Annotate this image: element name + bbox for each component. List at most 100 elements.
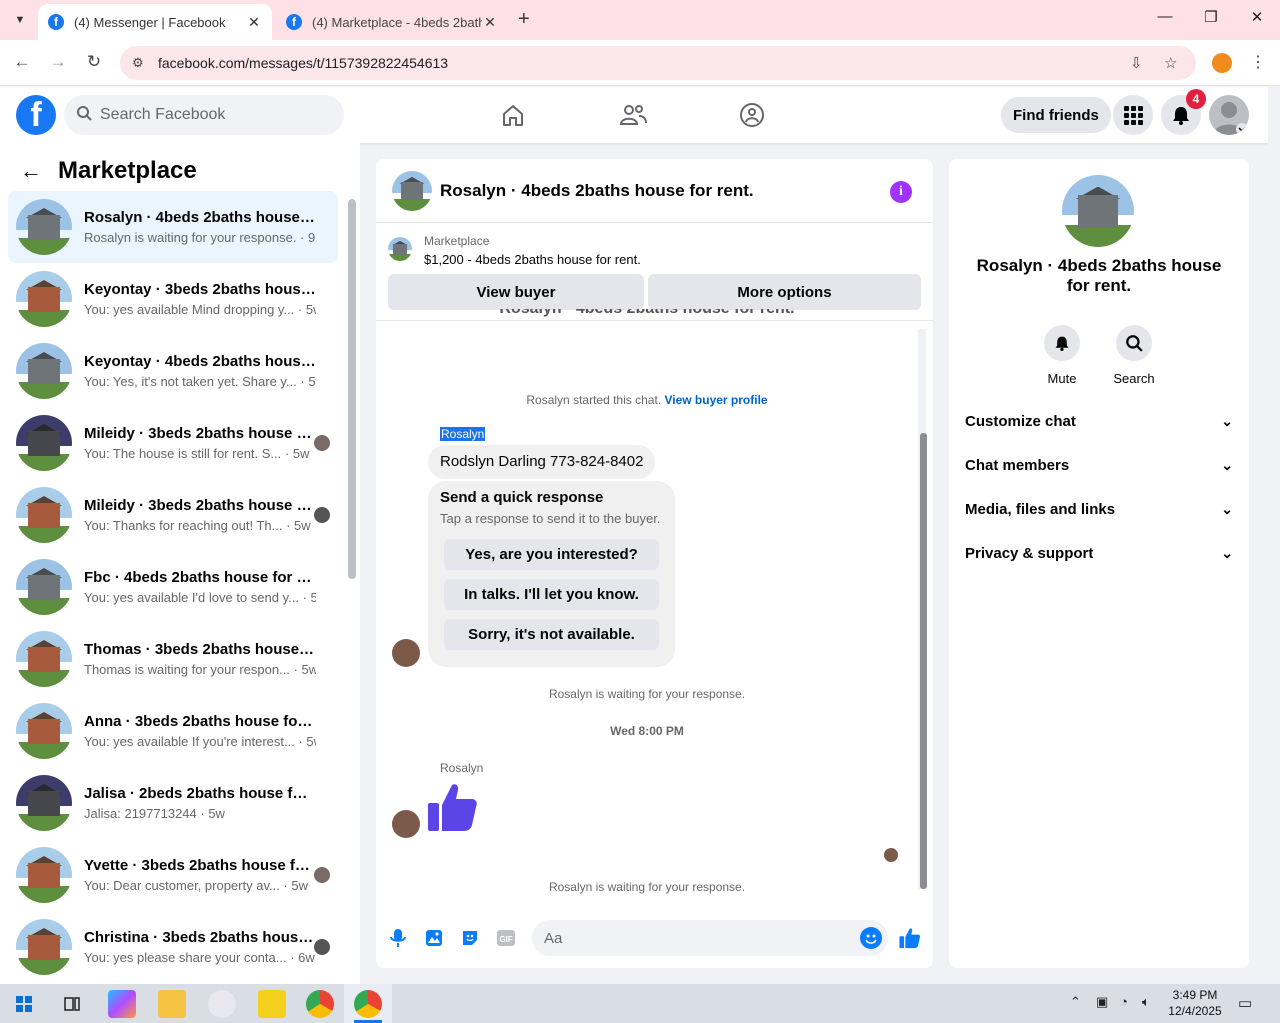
site-info-icon[interactable]: ⚙ [132, 55, 152, 71]
send-like-icon[interactable] [898, 926, 922, 950]
minimize-icon[interactable]: — [1150, 8, 1180, 25]
back-icon[interactable]: ← [10, 52, 34, 72]
conversation-item[interactable]: Christina · 3beds 2baths house for rent.… [8, 911, 338, 983]
privacy-support-section[interactable]: Privacy & support ⌄ [965, 531, 1233, 575]
tab-search-button[interactable]: ▼ [8, 8, 32, 32]
quick-reply-interested-button[interactable]: Yes, are you interested? [444, 539, 659, 570]
listing-title[interactable]: $1,200 - 4beds 2baths house for rent. [424, 252, 641, 267]
media-files-links-section[interactable]: Media, files and links ⌄ [965, 487, 1233, 531]
view-buyer-profile-link[interactable]: View buyer profile [664, 393, 767, 407]
house-photo [1062, 175, 1134, 247]
message-input[interactable] [544, 929, 844, 947]
conversation-item[interactable]: Thomas · 3beds 2baths house for rent. Tho… [8, 623, 338, 695]
waiting-note: Rosalyn is waiting for your response. [548, 687, 746, 701]
house-photo [16, 415, 72, 471]
conversation-item[interactable]: Fbc · 4beds 2baths house for rent. You: y… [8, 551, 338, 623]
new-tab-icon[interactable]: + [518, 8, 530, 31]
windows-start-icon[interactable] [10, 990, 38, 1018]
waiting-note: Rosalyn is waiting for your response. [548, 880, 746, 894]
notification-center-icon[interactable]: ▭ [1238, 994, 1252, 1012]
close-tab-icon[interactable]: ✕ [246, 14, 262, 31]
view-buyer-button[interactable]: View buyer [388, 274, 644, 310]
menu-grid-icon[interactable] [1113, 95, 1153, 135]
buyer-avatar[interactable] [392, 639, 420, 667]
wifi-icon[interactable]: ◔ [1120, 994, 1128, 1009]
file-explorer-icon[interactable] [158, 990, 186, 1018]
chat-members-section[interactable]: Chat members ⌄ [965, 443, 1233, 487]
conversation-item[interactable]: Mileidy · 3beds 2baths house for rent. Yo… [8, 407, 338, 479]
tray-device-icon[interactable]: ▣ [1096, 994, 1108, 1010]
close-window-icon[interactable]: ✕ [1242, 8, 1272, 26]
paint-app-icon[interactable] [208, 990, 236, 1018]
search-action[interactable]: Search [1104, 325, 1164, 386]
message-bubble[interactable]: Rodslyn Darling 773-824-8402 [428, 445, 656, 479]
conversation-preview: You: yes please share your conta... · 6w [84, 950, 315, 965]
chat-title[interactable]: Rosalyn · 4beds 2baths house for rent. [440, 181, 754, 201]
conversation-item[interactable]: Anna · 3beds 2baths house for rent. You: … [8, 695, 338, 767]
volume-icon[interactable]: 🔈︎ [1142, 994, 1150, 1010]
sidebar-scrollbar[interactable] [348, 199, 356, 579]
conversation-item[interactable]: Keyontay · 4beds 2baths house for rent. Y… [8, 335, 338, 407]
conversation-item[interactable]: Jalisa · 2beds 2baths house for rent. Jal… [8, 767, 338, 839]
bookmark-star-icon[interactable]: ☆ [1164, 46, 1177, 80]
groups-icon[interactable] [736, 99, 768, 131]
conversation-item[interactable]: Yvette · 3beds 2baths house for rent. You… [8, 839, 338, 911]
quick-reply-in-talks-button[interactable]: In talks. I'll let you know. [444, 579, 659, 610]
sticker-icon[interactable] [458, 926, 482, 950]
bell-icon[interactable] [1044, 325, 1080, 361]
home-icon[interactable] [497, 99, 529, 131]
chat-scrollbar[interactable] [920, 433, 927, 889]
address-bar[interactable]: ⚙ facebook.com/messages/t/11573928224546… [120, 46, 1196, 80]
conversation-item[interactable]: Mileidy · 3beds 2baths house for rent. Yo… [8, 479, 338, 551]
conversation-text: Mileidy · 3beds 2baths house for rent. Yo… [84, 497, 316, 533]
browser-menu-icon[interactable]: ⋮ [1250, 52, 1266, 72]
url-text[interactable]: facebook.com/messages/t/1157392822454613 [158, 55, 448, 71]
conversation-preview: You: yes available If you're interest...… [84, 734, 316, 749]
forward-icon[interactable]: → [46, 52, 70, 72]
tray-chevron-icon[interactable]: ⌃ [1070, 994, 1081, 1010]
customize-chat-section[interactable]: Customize chat ⌄ [965, 399, 1233, 443]
conversation-item[interactable]: Rosalyn · 4beds 2baths house for rent. Ro… [8, 191, 338, 263]
photo-icon[interactable] [422, 926, 446, 950]
listing-thumbnail[interactable] [392, 170, 432, 211]
search-icon[interactable] [1116, 325, 1152, 361]
task-view-icon[interactable] [58, 990, 86, 1018]
system-clock[interactable]: 3:49 PM 12/4/2025 [1160, 987, 1230, 1019]
mute-action[interactable]: Mute [1032, 325, 1092, 386]
conversation-preview: You: yes available I'd love to send y...… [84, 590, 316, 605]
tab-marketplace[interactable]: f (4) Marketplace - 4beds 2baths house f… [276, 4, 508, 40]
emoji-icon[interactable] [860, 927, 882, 949]
chrome-icon[interactable] [306, 990, 334, 1018]
house-photo [388, 237, 412, 261]
thumbs-up-like-icon[interactable] [428, 781, 478, 833]
message-input-box[interactable] [532, 920, 888, 956]
quick-response-subtitle: Tap a response to send it to the buyer. [440, 511, 661, 526]
more-options-button[interactable]: More options [648, 274, 921, 310]
conversation-text: Christina · 3beds 2baths house for rent.… [84, 929, 316, 965]
microphone-icon[interactable] [386, 926, 410, 950]
quick-reply-not-available-button[interactable]: Sorry, it's not available. [444, 619, 659, 650]
profile-avatar-icon[interactable] [1209, 95, 1249, 135]
details-listing-thumbnail[interactable] [1062, 175, 1134, 247]
facebook-logo-icon[interactable]: f [16, 95, 56, 135]
page-scrollbar[interactable] [1268, 87, 1280, 984]
extension-icon[interactable] [1212, 53, 1232, 73]
sticky-notes-icon[interactable] [258, 990, 286, 1018]
search-input[interactable] [100, 106, 320, 124]
find-friends-button[interactable]: Find friends [1001, 97, 1111, 133]
back-arrow-icon[interactable]: ← [20, 158, 42, 184]
close-tab-icon[interactable]: ✕ [482, 14, 498, 31]
reload-icon[interactable]: ↻ [82, 52, 106, 72]
info-icon[interactable]: i [890, 181, 912, 203]
restore-icon[interactable]: ❐ [1196, 8, 1226, 26]
chrome-active-icon[interactable] [354, 990, 382, 1018]
copilot-icon[interactable] [108, 990, 136, 1018]
buyer-avatar[interactable] [392, 810, 420, 838]
install-app-icon[interactable]: ⇩ [1130, 46, 1143, 80]
house-photo [16, 703, 72, 759]
search-box[interactable] [64, 95, 344, 135]
tab-messenger[interactable]: f (4) Messenger | Facebook ✕ [38, 4, 272, 40]
conversation-item[interactable]: Keyontay · 3beds 2baths house for rent. Y… [8, 263, 338, 335]
gif-icon[interactable]: GIF [494, 926, 518, 950]
friends-icon[interactable] [617, 99, 649, 131]
